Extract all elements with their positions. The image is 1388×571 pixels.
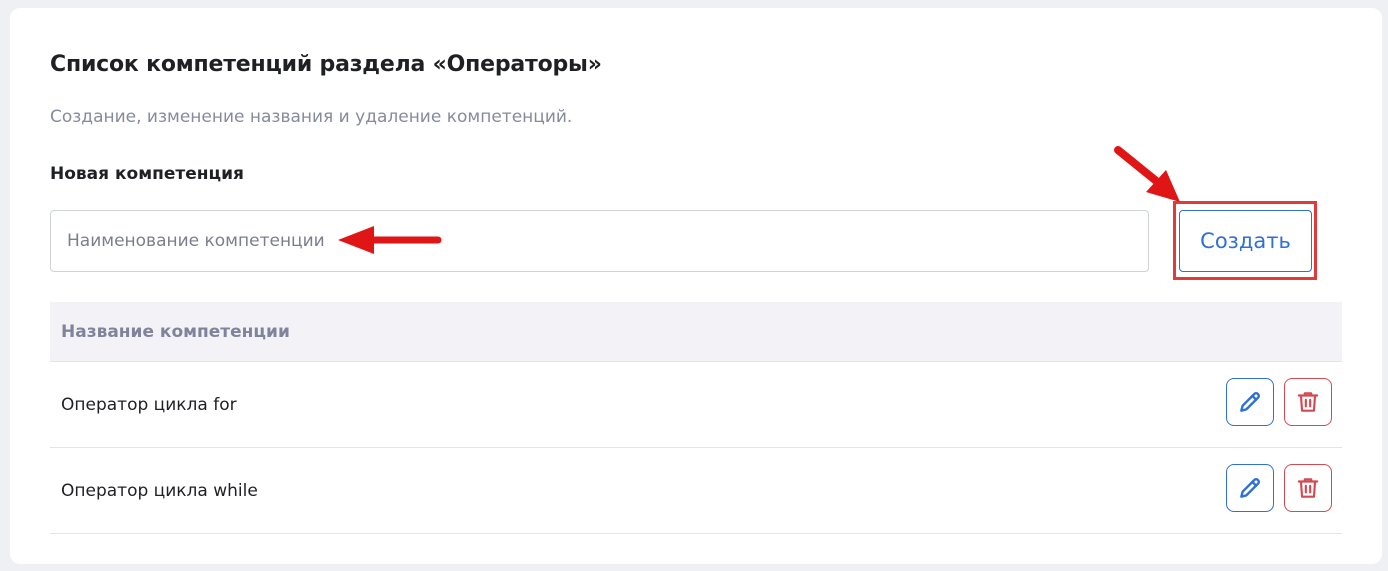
competency-name: Оператор цикла for [61, 394, 237, 415]
trash-icon [1297, 478, 1319, 498]
new-competency-label: Новая компетенция [50, 164, 244, 184]
competency-name: Оператор цикла while [61, 480, 258, 501]
column-header-name: Название компетенции [61, 321, 290, 342]
trash-icon [1297, 392, 1319, 412]
page-title: Список компетенций раздела «Операторы» [50, 52, 602, 77]
pencil-icon [1240, 391, 1261, 412]
competency-name-input[interactable] [50, 210, 1149, 272]
edit-button[interactable] [1226, 464, 1274, 512]
competencies-table: Название компетенции Оператор цикла for [50, 302, 1342, 534]
page-subtitle: Создание, изменение названия и удаление … [50, 107, 573, 127]
row-actions [1226, 464, 1332, 512]
table-header: Название компетенции [50, 302, 1342, 362]
delete-button[interactable] [1284, 378, 1332, 426]
create-button[interactable]: Создать [1179, 210, 1312, 272]
row-actions [1226, 378, 1332, 426]
delete-button[interactable] [1284, 464, 1332, 512]
edit-button[interactable] [1226, 378, 1274, 426]
table-row: Оператор цикла while [50, 448, 1342, 534]
table-row: Оператор цикла for [50, 362, 1342, 448]
pencil-icon [1240, 477, 1261, 498]
